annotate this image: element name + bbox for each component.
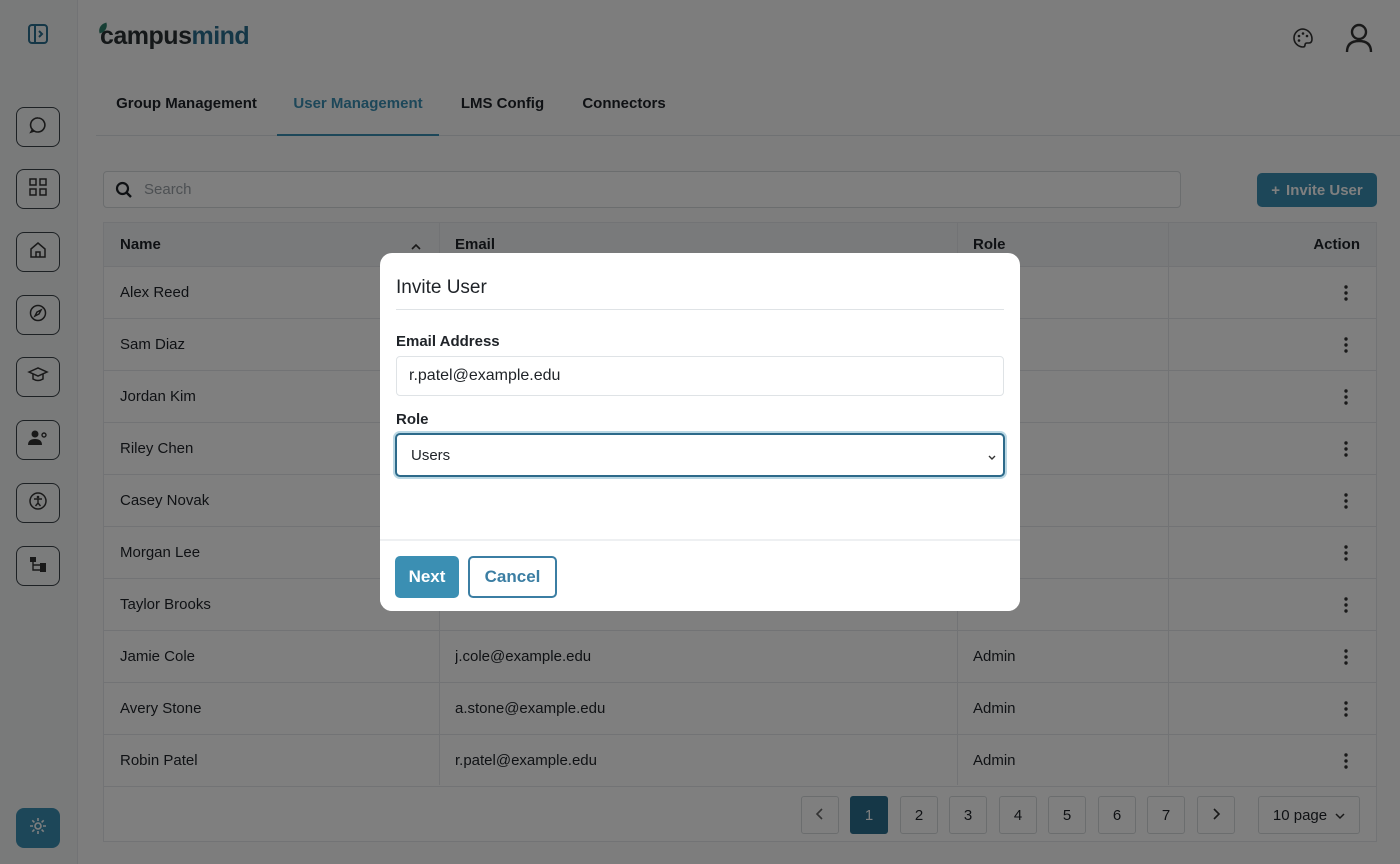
divider — [396, 309, 1004, 310]
role-label: Role — [396, 411, 429, 428]
cancel-button[interactable]: Cancel — [468, 556, 557, 598]
email-label: Email Address — [396, 333, 500, 350]
next-button[interactable]: Next — [395, 556, 459, 598]
chevron-down-icon — [987, 449, 997, 466]
invite-user-dialog: Invite User Email Address Role Users Nex… — [380, 253, 1020, 611]
email-field[interactable] — [396, 356, 1004, 396]
dialog-title: Invite User — [396, 277, 487, 298]
dialog-footer: Next Cancel — [380, 539, 1020, 611]
role-select[interactable]: Users — [395, 433, 1005, 477]
